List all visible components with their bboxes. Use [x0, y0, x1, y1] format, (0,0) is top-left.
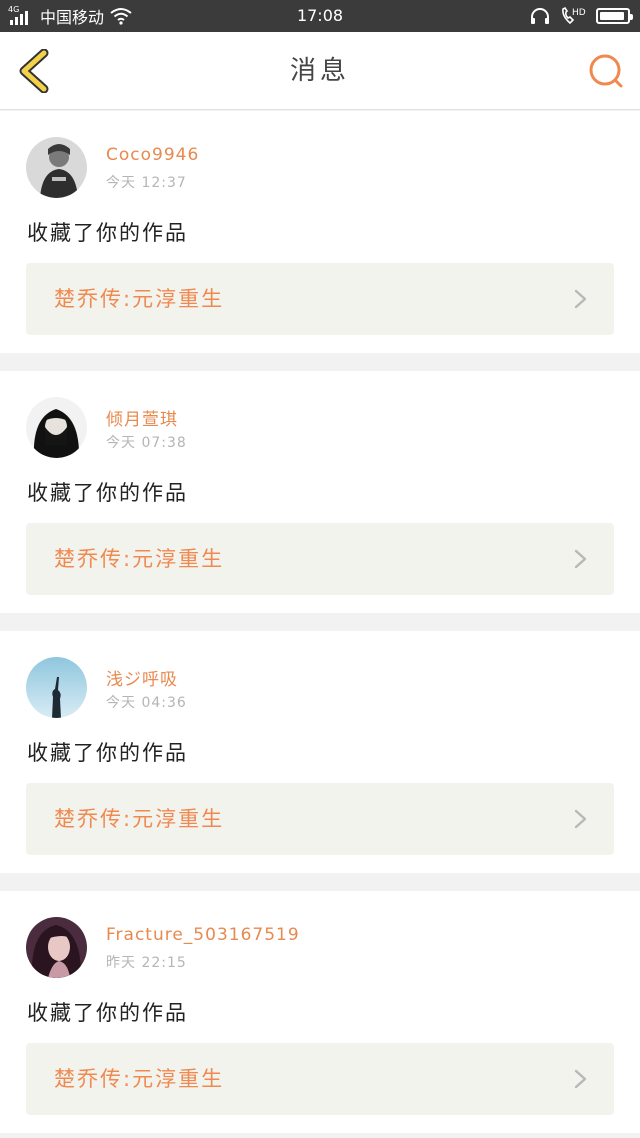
message-time: 今天 12:37 [106, 175, 187, 191]
status-bar: 4G 中国移动 17:08 HD [0, 0, 640, 32]
username[interactable]: 浅ジ呼吸 [106, 665, 178, 690]
work-title: 楚乔传:元淳重生 [54, 807, 225, 831]
battery-icon [596, 8, 633, 24]
work-title: 楚乔传:元淳重生 [54, 1067, 225, 1091]
message-action: 收藏了你的作品 [27, 221, 188, 245]
user-avatar[interactable] [26, 657, 87, 718]
page-title: 消息 [289, 56, 350, 86]
chevron-right-icon [574, 549, 587, 569]
work-link[interactable]: 楚乔传:元淳重生 [26, 263, 614, 335]
message-list: Coco9946 今天 12:37 收藏了你的作品 楚乔传:元淳重生 倾月萱琪 … [0, 111, 640, 1138]
message-card: Coco9946 今天 12:37 收藏了你的作品 楚乔传:元淳重生 [0, 111, 640, 353]
message-time: 今天 04:36 [106, 695, 187, 711]
work-title: 楚乔传:元淳重生 [54, 547, 225, 571]
message-card: 浅ジ呼吸 今天 04:36 收藏了你的作品 楚乔传:元淳重生 [0, 631, 640, 873]
username[interactable]: Coco9946 [106, 145, 199, 165]
user-avatar[interactable] [26, 917, 87, 978]
hd-call-icon: HD [562, 6, 586, 25]
message-card: 倾月萱琪 今天 07:38 收藏了你的作品 楚乔传:元淳重生 [0, 371, 640, 613]
chevron-right-icon [574, 1069, 587, 1089]
search-icon[interactable] [586, 52, 626, 92]
status-right: HD [530, 0, 633, 32]
top-nav-bar: 消息 [0, 32, 640, 110]
work-link[interactable]: 楚乔传:元淳重生 [26, 523, 614, 595]
chevron-right-icon [574, 809, 587, 829]
user-avatar[interactable] [26, 137, 87, 198]
message-time: 昨天 22:15 [106, 955, 187, 971]
work-link[interactable]: 楚乔传:元淳重生 [26, 1043, 614, 1115]
message-action: 收藏了你的作品 [27, 481, 188, 505]
message-time: 今天 07:38 [106, 435, 187, 451]
hd-label: HD [572, 8, 586, 18]
headphones-icon [531, 8, 549, 24]
message-action: 收藏了你的作品 [27, 1001, 188, 1025]
username[interactable]: Fracture_503167519 [106, 925, 300, 945]
username[interactable]: 倾月萱琪 [106, 405, 178, 430]
chevron-right-icon [574, 289, 587, 309]
message-action: 收藏了你的作品 [27, 741, 188, 765]
work-title: 楚乔传:元淳重生 [54, 287, 225, 311]
work-link[interactable]: 楚乔传:元淳重生 [26, 783, 614, 855]
message-card: Fracture_503167519 昨天 22:15 收藏了你的作品 楚乔传:… [0, 891, 640, 1133]
user-avatar[interactable] [26, 397, 87, 458]
